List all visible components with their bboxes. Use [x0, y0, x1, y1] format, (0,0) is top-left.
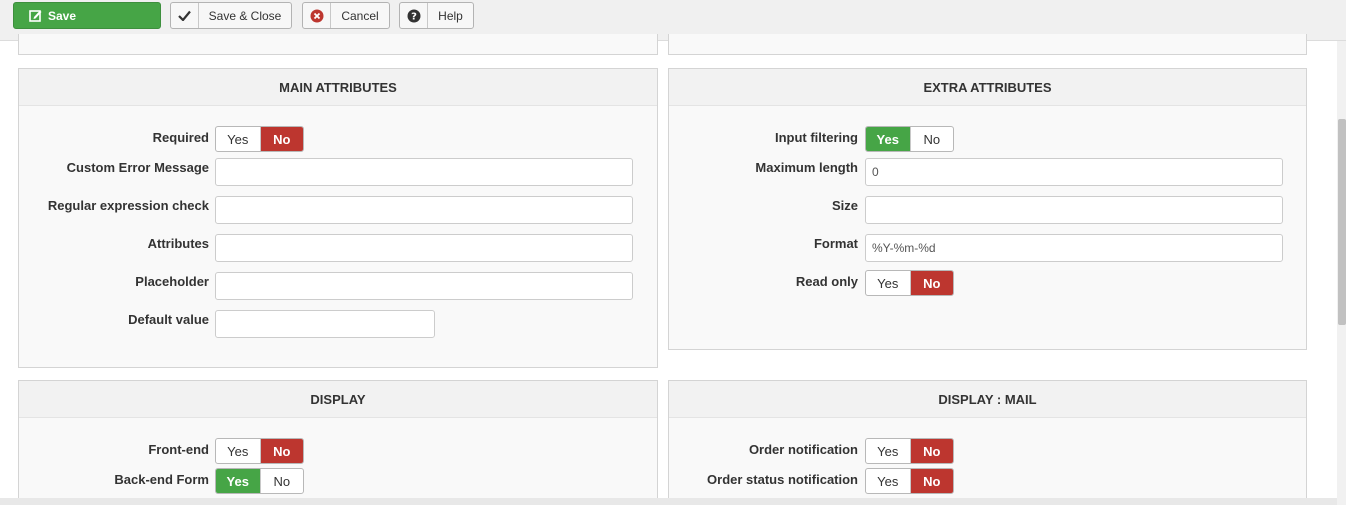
- max-length-input[interactable]: [865, 158, 1283, 186]
- vertical-scrollbar-thumb[interactable]: [1338, 119, 1346, 325]
- display-panel: DISPLAY Front-end Yes No Back-end Form Y…: [18, 380, 658, 505]
- order-status-notification-no-option[interactable]: No: [909, 469, 953, 493]
- placeholder-input[interactable]: [215, 272, 633, 300]
- read-only-yes-option[interactable]: Yes: [866, 271, 910, 295]
- save-close-button[interactable]: Save & Close: [170, 2, 292, 29]
- input-filtering-yes-option[interactable]: Yes: [866, 127, 910, 151]
- format-input[interactable]: [865, 234, 1283, 262]
- backend-form-label: Back-end Form: [114, 472, 209, 487]
- size-label: Size: [831, 198, 858, 213]
- display-mail-panel: DISPLAY : MAIL Order notification Yes No…: [668, 380, 1307, 505]
- default-value-input[interactable]: [215, 310, 435, 338]
- regex-input[interactable]: [215, 196, 633, 224]
- attributes-input[interactable]: [215, 234, 633, 262]
- help-button[interactable]: ? Help: [399, 2, 474, 29]
- front-end-yes-option[interactable]: Yes: [216, 439, 260, 463]
- extra-attributes-panel: EXTRA ATTRIBUTES Input filtering Yes No …: [668, 68, 1307, 350]
- cancel-label: Cancel: [341, 8, 379, 23]
- order-status-notification-yes-option[interactable]: Yes: [866, 469, 910, 493]
- input-filtering-label: Input filtering: [774, 130, 858, 145]
- max-length-label: Maximum length: [755, 160, 858, 175]
- order-status-notification-label: Order status notification: [707, 472, 858, 487]
- required-yes-option[interactable]: Yes: [216, 127, 260, 151]
- custom-error-label: Custom Error Message: [66, 160, 209, 175]
- read-only-toggle[interactable]: Yes No: [865, 270, 954, 296]
- required-no-option[interactable]: No: [259, 127, 303, 151]
- svg-text:?: ?: [411, 11, 417, 22]
- front-end-toggle[interactable]: Yes No: [215, 438, 304, 464]
- question-circle-icon: ?: [400, 3, 428, 28]
- required-toggle[interactable]: Yes No: [215, 126, 304, 152]
- backend-form-no-option[interactable]: No: [259, 469, 304, 493]
- main-attributes-title: MAIN ATTRIBUTES: [19, 69, 657, 106]
- read-only-no-option[interactable]: No: [909, 271, 953, 295]
- attributes-label: Attributes: [147, 236, 209, 251]
- backend-form-yes-option[interactable]: Yes: [216, 469, 260, 493]
- input-filtering-no-option[interactable]: No: [909, 127, 954, 151]
- placeholder-label: Placeholder: [135, 274, 209, 289]
- order-status-notification-toggle[interactable]: Yes No: [865, 468, 954, 494]
- custom-error-input[interactable]: [215, 158, 633, 186]
- display-mail-title: DISPLAY : MAIL: [669, 381, 1306, 418]
- front-end-label: Front-end: [148, 442, 209, 457]
- edit-save-icon: [14, 3, 46, 28]
- order-notification-yes-option[interactable]: Yes: [866, 439, 910, 463]
- cancel-circle-icon: [303, 3, 331, 28]
- horizontal-scrollbar[interactable]: [0, 498, 1337, 505]
- order-notification-label: Order notification: [748, 442, 858, 457]
- size-input[interactable]: [865, 196, 1283, 224]
- save-label: Save: [48, 8, 77, 23]
- read-only-label: Read only: [795, 274, 858, 289]
- backend-form-toggle[interactable]: Yes No: [215, 468, 304, 494]
- order-notification-no-option[interactable]: No: [909, 439, 953, 463]
- cancel-button[interactable]: Cancel: [302, 2, 390, 29]
- order-notification-toggle[interactable]: Yes No: [865, 438, 954, 464]
- default-value-label: Default value: [128, 312, 209, 327]
- help-label: Help: [438, 8, 463, 23]
- extra-attributes-title: EXTRA ATTRIBUTES: [669, 69, 1306, 106]
- previous-panel-left: [18, 34, 658, 55]
- format-label: Format: [813, 236, 858, 251]
- checkmark-icon: [171, 3, 199, 28]
- required-label: Required: [152, 130, 209, 145]
- save-button[interactable]: Save: [13, 2, 161, 29]
- previous-panel-right: [668, 34, 1307, 55]
- regex-label: Regular expression check: [47, 198, 209, 213]
- front-end-no-option[interactable]: No: [259, 439, 303, 463]
- input-filtering-toggle[interactable]: Yes No: [865, 126, 954, 152]
- display-title: DISPLAY: [19, 381, 657, 418]
- main-attributes-panel: MAIN ATTRIBUTES Required Yes No Custom E…: [18, 68, 658, 368]
- save-close-label: Save & Close: [208, 8, 282, 23]
